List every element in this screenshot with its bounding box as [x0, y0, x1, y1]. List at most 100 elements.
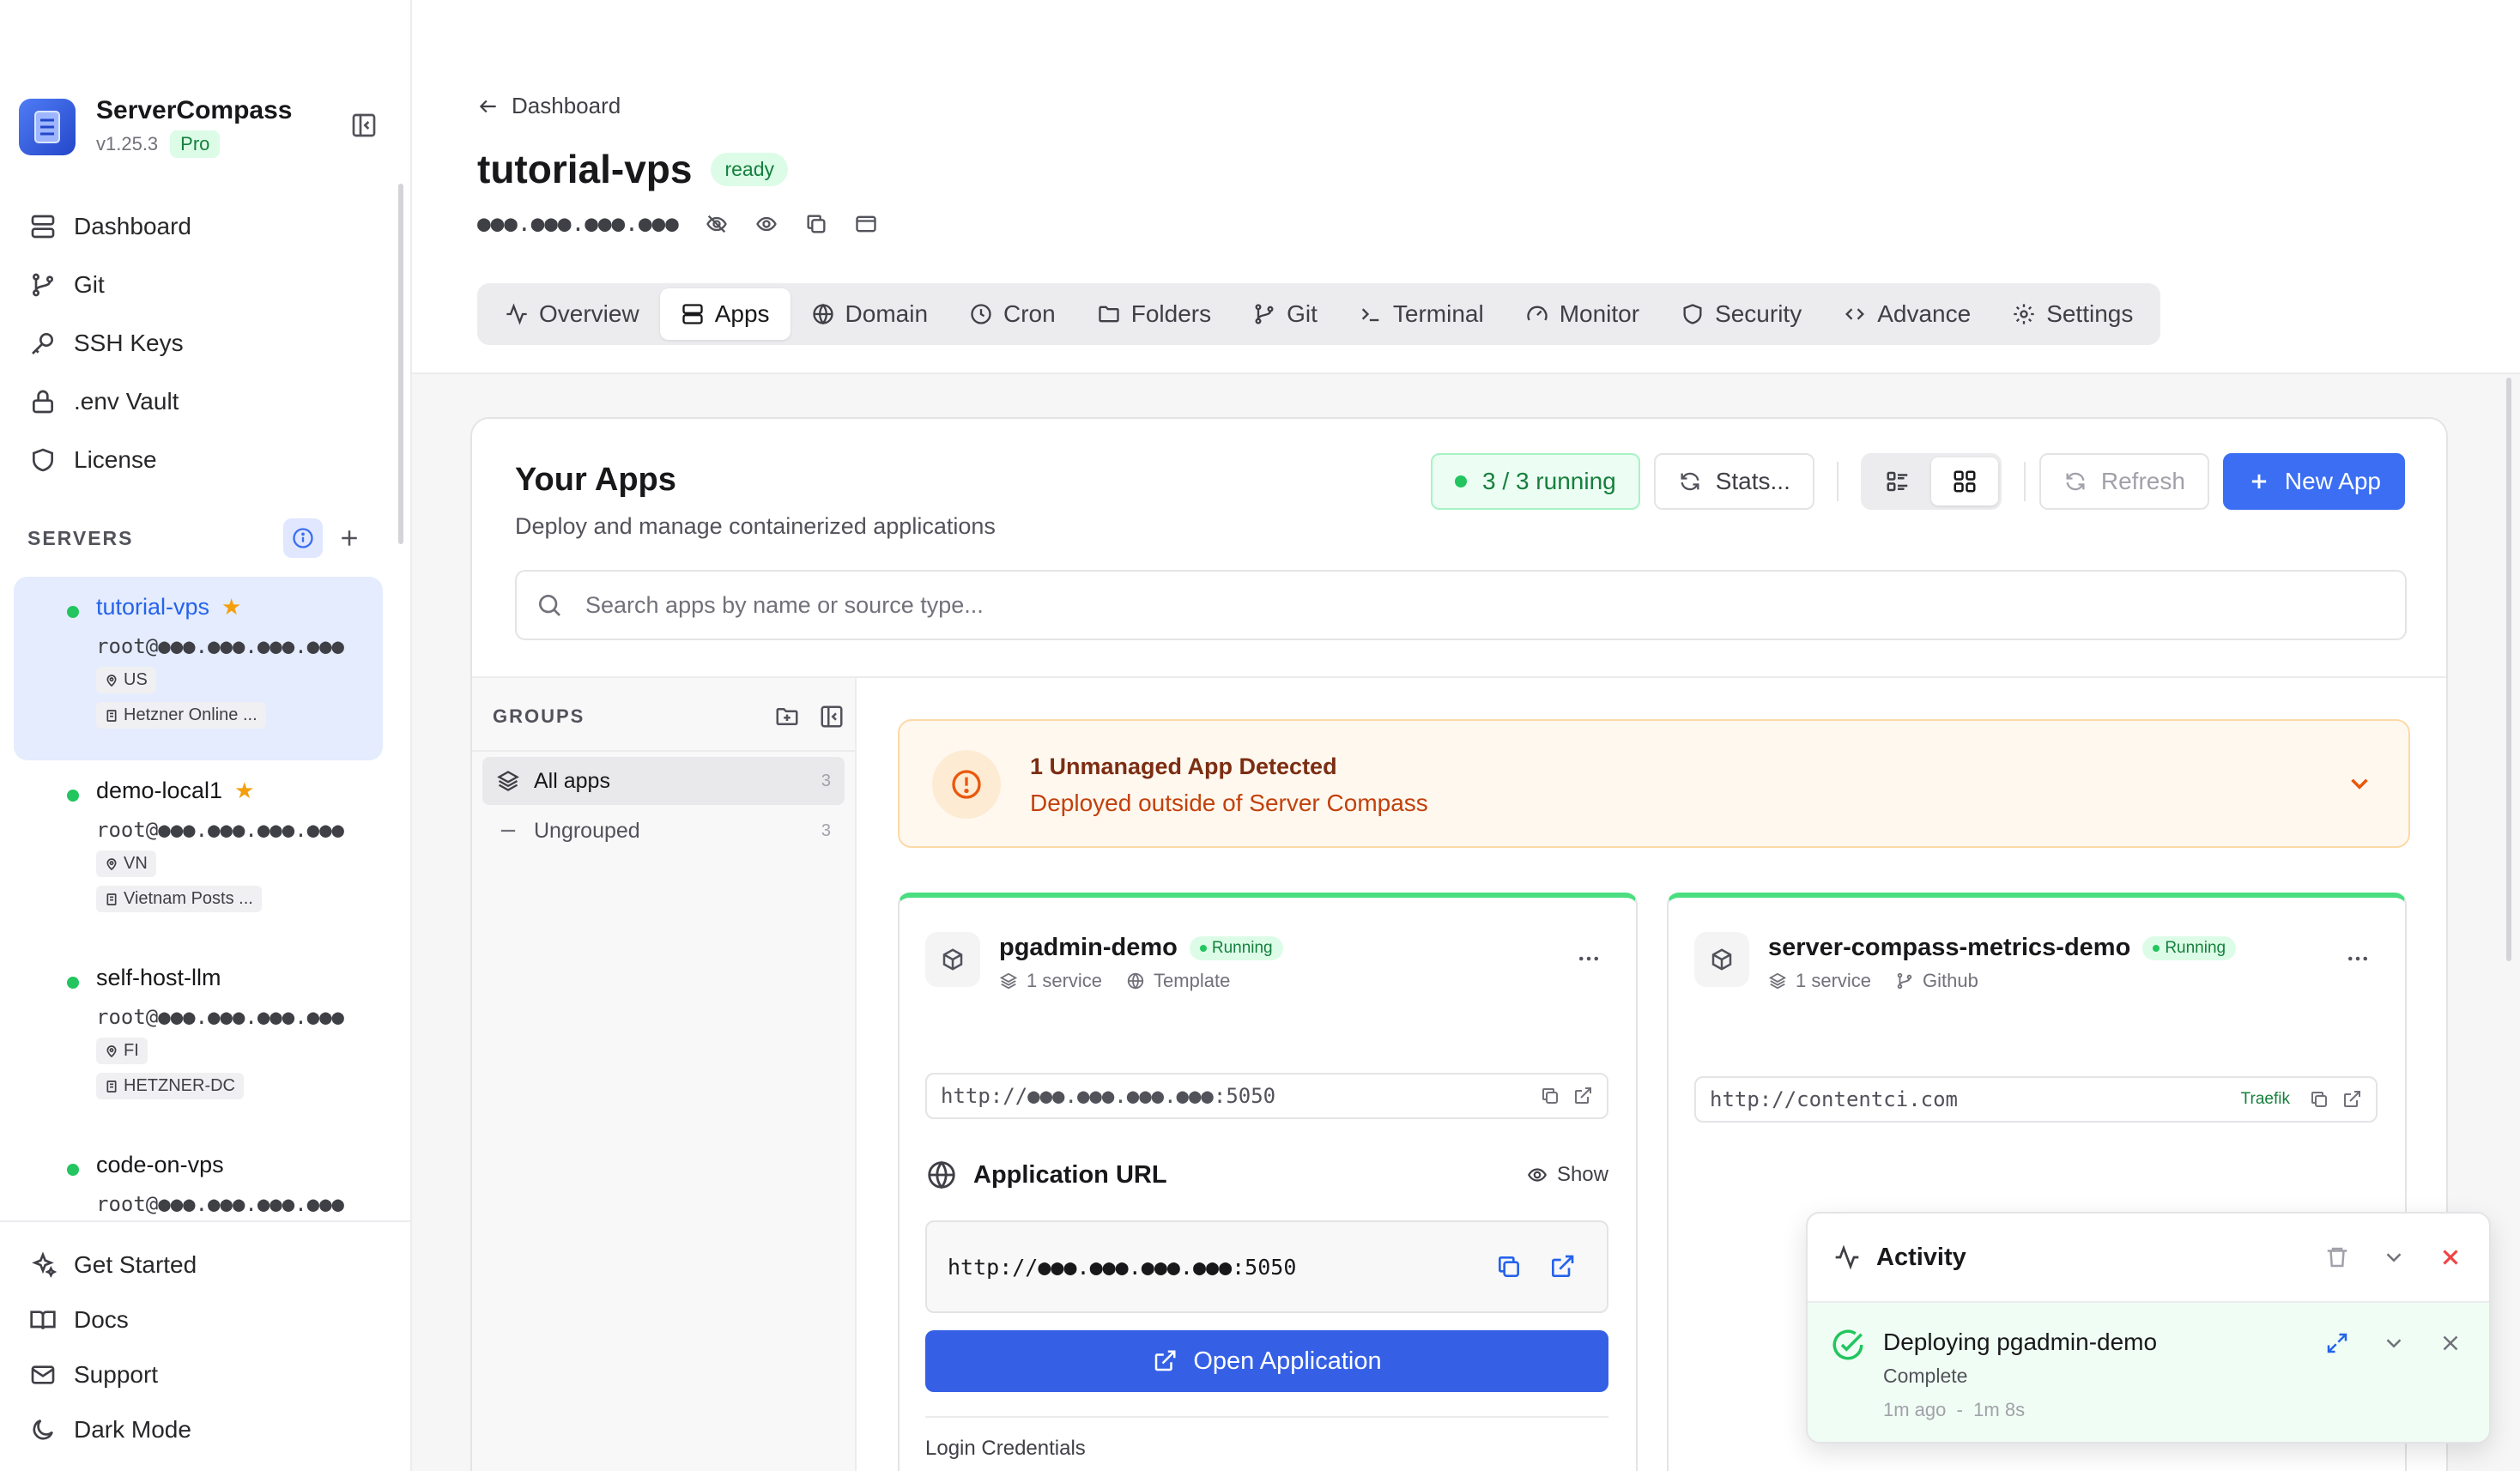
copy-icon[interactable] [1495, 1253, 1523, 1280]
application-url-field[interactable]: http://●●●.●●●.●●●.●●●:5050 [925, 1220, 1608, 1313]
sidebar-scrollbar[interactable] [398, 184, 403, 544]
layers-icon [1768, 972, 1787, 990]
list-view-button[interactable] [1864, 457, 1931, 505]
brand[interactable]: ServerCompass v1.25.3 Pro [19, 96, 292, 158]
show-url-button[interactable]: Show [1526, 1163, 1608, 1187]
panel-collapse-icon[interactable] [819, 704, 845, 729]
copy-icon[interactable] [804, 212, 828, 236]
plus-icon [2251, 474, 2267, 489]
apps-title: Your Apps [515, 462, 676, 498]
sidebar: ServerCompass v1.25.3 Pro Dashboard Git … [0, 0, 412, 1471]
copy-icon[interactable] [2309, 1089, 2329, 1110]
app-url-field[interactable]: http://contentci.com Traefik [1694, 1076, 2378, 1123]
unmanaged-alert[interactable]: 1 Unmanaged App Detected Deployed outsid… [898, 719, 2410, 848]
shield-icon [33, 448, 53, 472]
search-input[interactable]: Search apps by name or source type... [515, 570, 2407, 640]
globe-icon [1127, 972, 1144, 990]
new-app-button[interactable]: New App [2222, 453, 2405, 510]
tab-overview[interactable]: Overview [484, 288, 660, 340]
git-branch-icon [1255, 304, 1274, 324]
chevron-down-icon[interactable] [2345, 769, 2374, 798]
nav-item-docs[interactable]: Docs [29, 1292, 410, 1347]
server-host: root@●●●.●●●.●●●.●●● [96, 818, 344, 842]
refresh-button[interactable]: Refresh [2038, 453, 2209, 510]
maximize-icon[interactable] [2324, 1330, 2350, 1356]
grid-view-button[interactable] [1930, 457, 1998, 505]
close-icon[interactable] [2438, 1244, 2463, 1270]
server-item-code-on-vps[interactable]: code-on-vps root@●●●.●●●.●●●.●●● [14, 1135, 383, 1220]
app-url-field[interactable]: http://●●●.●●●.●●●.●●●:5050 [925, 1073, 1608, 1119]
tab-cron[interactable]: Cron [948, 288, 1076, 340]
main-nav: Dashboard Git SSH Keys .env Vault Licens… [29, 197, 191, 489]
close-icon[interactable] [2438, 1330, 2463, 1356]
server-name: demo-local1 [96, 778, 223, 803]
nav-item-license[interactable]: License [29, 431, 191, 489]
chevron-down-icon[interactable] [2381, 1330, 2407, 1356]
more-horizontal-icon[interactable] [1576, 946, 1602, 972]
server-status-dot [67, 977, 79, 989]
nav-item-git[interactable]: Git [29, 256, 191, 314]
groups-panel: GROUPS All apps 3 Ungrouped 3 [472, 678, 857, 1471]
star-icon[interactable]: ★ [234, 778, 254, 804]
tab-terminal[interactable]: Terminal [1338, 288, 1505, 340]
toolbar-divider [1836, 462, 1839, 501]
back-link[interactable]: Dashboard [477, 93, 621, 119]
server-item-tutorial-vps[interactable]: tutorial-vps ★ root@●●●.●●●.●●●.●●● US He… [14, 577, 383, 760]
tab-apps[interactable]: Apps [659, 288, 791, 340]
server-status-dot [67, 1164, 79, 1176]
more-horizontal-icon[interactable] [2345, 946, 2371, 972]
key-icon [32, 333, 53, 354]
code-icon [1845, 308, 1865, 320]
folder-plus-icon[interactable] [774, 704, 800, 729]
servers-info-button[interactable] [283, 518, 323, 558]
tab-git[interactable]: Git [1232, 288, 1338, 340]
activity-item-name: Deploying pgadmin-demo [1883, 1329, 2158, 1355]
server-item-self-host-llm[interactable]: self-host-llm root@●●●.●●●.●●●.●●● FI HE… [14, 947, 383, 1135]
external-link-icon[interactable] [1548, 1253, 1576, 1280]
provider-chip: Vietnam Posts ... [96, 886, 262, 912]
tab-domain[interactable]: Domain [791, 288, 948, 340]
layers-icon [999, 972, 1018, 990]
running-status-button[interactable]: 3 / 3 running [1431, 453, 1640, 510]
copy-icon[interactable] [1540, 1086, 1560, 1106]
app-card-pgadmin-demo: pgadmin-demo Running 1 service Template h… [898, 893, 1638, 1471]
group-item-all-apps[interactable]: All apps 3 [482, 757, 845, 805]
nav-item-dashboard[interactable]: Dashboard [29, 197, 191, 256]
tab-folders[interactable]: Folders [1076, 288, 1232, 340]
app-name[interactable]: server-compass-metrics-demo [1768, 934, 2130, 962]
group-item-ungrouped[interactable]: Ungrouped 3 [482, 807, 845, 855]
app-name[interactable]: pgadmin-demo [999, 934, 1178, 962]
chevron-down-icon[interactable] [2381, 1244, 2407, 1270]
nav-item-ssh-keys[interactable]: SSH Keys [29, 314, 191, 372]
tab-advance[interactable]: Advance [1822, 288, 1991, 340]
nav-item-dark-mode[interactable]: Dark Mode [29, 1402, 410, 1457]
eye-off-icon[interactable] [705, 212, 729, 236]
server-item-demo-local1[interactable]: demo-local1 ★ root@●●●.●●●.●●●.●●● VN Vie… [14, 760, 383, 947]
region-chip: FI [96, 1038, 148, 1064]
tab-settings[interactable]: Settings [1991, 288, 2154, 340]
eye-icon[interactable] [754, 212, 778, 236]
view-toggle [1860, 453, 2002, 510]
group-count: 3 [821, 771, 831, 790]
server-name: tutorial-vps [96, 594, 210, 620]
tab-monitor[interactable]: Monitor [1505, 288, 1660, 340]
trash-icon[interactable] [2324, 1244, 2350, 1270]
external-link-icon[interactable] [1572, 1086, 1593, 1106]
star-icon[interactable]: ★ [221, 594, 241, 620]
sidebar-collapse-icon[interactable] [350, 112, 378, 139]
server-ip: ●●●.●●●.●●●.●●● [477, 211, 679, 237]
add-server-icon[interactable] [336, 525, 362, 551]
nav-item-env-vault[interactable]: .env Vault [29, 372, 191, 431]
nav-item-support[interactable]: Support [29, 1347, 410, 1402]
git-branch-icon [1897, 972, 1912, 990]
external-link-icon[interactable] [2341, 1089, 2362, 1110]
check-circle-icon [1832, 1329, 1863, 1360]
gear-icon [2014, 304, 2034, 324]
browser-icon[interactable] [854, 212, 878, 236]
app-url-title: Application URL [973, 1160, 1167, 1189]
nav-item-get-started[interactable]: Get Started [29, 1238, 410, 1292]
main-scrollbar[interactable] [2506, 378, 2511, 961]
open-application-button[interactable]: Open Application [925, 1330, 1608, 1392]
tab-security[interactable]: Security [1660, 288, 1822, 340]
stats-button[interactable]: Stats... [1653, 453, 1814, 510]
